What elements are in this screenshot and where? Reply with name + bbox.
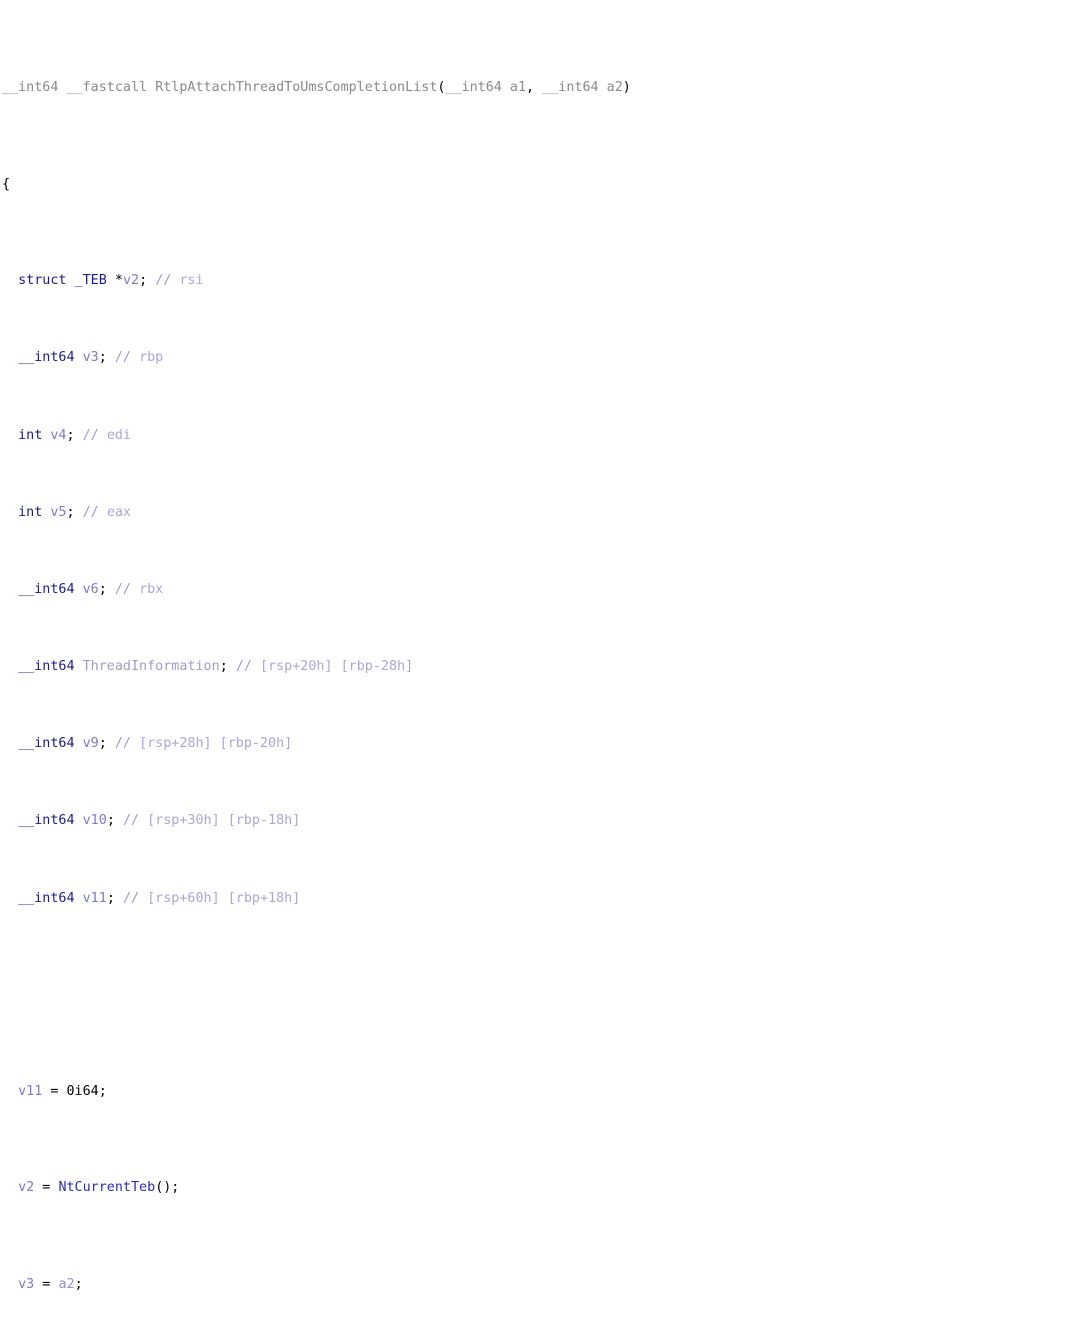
decl-comment-marker: // xyxy=(122,813,148,829)
arg1-name[interactable]: a1 xyxy=(510,80,526,95)
decl-comment-marker: // xyxy=(122,890,148,906)
code-line-brace-open[interactable]: { xyxy=(0,175,1066,194)
arg2-name[interactable]: a2 xyxy=(607,80,623,95)
decl-type: __int64 xyxy=(18,736,75,752)
decl-type: __int64 xyxy=(18,813,75,829)
decl-name[interactable]: v6 xyxy=(83,582,99,597)
decl-name[interactable]: v10 xyxy=(83,813,107,828)
called-function[interactable]: NtCurrentTeb xyxy=(58,1180,155,1195)
decl-name[interactable]: v4 xyxy=(50,428,66,443)
decl-comment-marker: // xyxy=(114,736,140,752)
code-line-decl-v11[interactable]: __int64 v11; // [rsp+60h] [rbp+18h] xyxy=(0,889,1066,908)
assign-value: 0i64 xyxy=(66,1083,99,1099)
decl-type: __int64 xyxy=(18,581,75,597)
decl-register: rsi xyxy=(179,273,204,289)
signature-comma: , xyxy=(526,80,543,96)
decl-register: rbx xyxy=(139,581,164,597)
decl-semi: ; xyxy=(139,273,148,289)
decl-name[interactable]: v9 xyxy=(83,736,99,751)
decl-semi: ; xyxy=(106,813,115,829)
assign-target[interactable]: v11 xyxy=(18,1084,42,1099)
decl-semi: ; xyxy=(66,504,75,520)
decl-comment-marker: // xyxy=(114,350,140,366)
decl-register: rbp xyxy=(139,350,164,366)
call-rest: (); xyxy=(155,1180,180,1196)
semicolon: ; xyxy=(74,1276,83,1292)
function-name[interactable]: RtlpAttachThreadToUmsCompletionList xyxy=(155,80,437,95)
code-line-decl-v2[interactable]: struct _TEB *v2; // rsi xyxy=(0,271,1066,290)
arg1-type: __int64 xyxy=(445,80,502,96)
code-line-decl-v9[interactable]: __int64 v9; // [rsp+28h] [rbp-20h] xyxy=(0,734,1066,753)
decl-register: [rsp+28h] [rbp-20h] xyxy=(139,736,293,752)
arg2-type: __int64 xyxy=(542,80,599,96)
brace-open: { xyxy=(2,176,11,192)
decl-register: eax xyxy=(106,504,131,520)
decl-type: __int64 xyxy=(18,350,75,366)
decl-type: struct _TEB xyxy=(18,273,107,289)
code-line-decl-v6[interactable]: __int64 v6; // rbx xyxy=(0,580,1066,599)
assign-operator: = xyxy=(42,1083,67,1099)
decl-semi: ; xyxy=(219,659,228,675)
assign-target[interactable]: v2 xyxy=(18,1180,34,1195)
assign-target[interactable]: v3 xyxy=(18,1277,34,1292)
decl-semi: ; xyxy=(98,350,107,366)
code-line-decl-threadinformation[interactable]: __int64 ThreadInformation; // [rsp+20h] … xyxy=(0,657,1066,676)
code-line-v3-assign[interactable]: v3 = a2; xyxy=(0,1275,1066,1294)
decl-comment-marker: // xyxy=(235,659,260,675)
code-line-v11-assign[interactable]: v11 = 0i64; xyxy=(0,1082,1066,1101)
pseudocode-view[interactable]: __int64 __fastcall RtlpAttachThreadToUms… xyxy=(0,0,1066,1292)
assign-value[interactable]: a2 xyxy=(58,1277,74,1292)
decl-name[interactable]: v5 xyxy=(50,505,66,520)
decl-comment-marker: // xyxy=(82,427,107,443)
code-line-signature[interactable]: __int64 __fastcall RtlpAttachThreadToUms… xyxy=(0,78,1066,97)
decl-semi: ; xyxy=(106,890,115,906)
code-line-decl-v3[interactable]: __int64 v3; // rbp xyxy=(0,348,1066,367)
decl-name[interactable]: ThreadInformation xyxy=(83,659,220,674)
decl-comment-marker: // xyxy=(155,273,180,289)
decl-type: __int64 xyxy=(18,659,75,675)
code-line-decl-v10[interactable]: __int64 v10; // [rsp+30h] [rbp-18h] xyxy=(0,811,1066,830)
decl-register: [rsp+20h] [rbp-28h] xyxy=(260,659,414,675)
decl-ptr: * xyxy=(114,273,123,289)
decl-semi: ; xyxy=(98,581,107,597)
decl-register: edi xyxy=(106,427,131,443)
code-line-decl-v4[interactable]: int v4; // edi xyxy=(0,426,1066,445)
calling-convention: __fastcall xyxy=(66,80,148,96)
decl-type: __int64 xyxy=(18,890,75,906)
decl-register: [rsp+60h] [rbp+18h] xyxy=(147,890,301,906)
decl-comment-marker: // xyxy=(114,581,140,597)
decl-type: int xyxy=(18,427,43,443)
code-line-v2-assign[interactable]: v2 = NtCurrentTeb(); xyxy=(0,1178,1066,1197)
decl-name[interactable]: v3 xyxy=(83,350,99,365)
assign-operator: = xyxy=(34,1180,59,1196)
decl-comment-marker: // xyxy=(82,504,107,520)
return-type: __int64 xyxy=(2,80,59,96)
decl-name[interactable]: v2 xyxy=(123,273,139,288)
close-paren: ) xyxy=(622,80,631,96)
assign-operator: = xyxy=(34,1276,59,1292)
decl-register: [rsp+30h] [rbp-18h] xyxy=(147,813,301,829)
decl-name[interactable]: v11 xyxy=(83,891,107,906)
semicolon: ; xyxy=(98,1083,107,1099)
decl-type: int xyxy=(18,504,43,520)
decl-semi: ; xyxy=(98,736,107,752)
code-line-decl-v5[interactable]: int v5; // eax xyxy=(0,503,1066,522)
decl-semi: ; xyxy=(66,427,75,443)
